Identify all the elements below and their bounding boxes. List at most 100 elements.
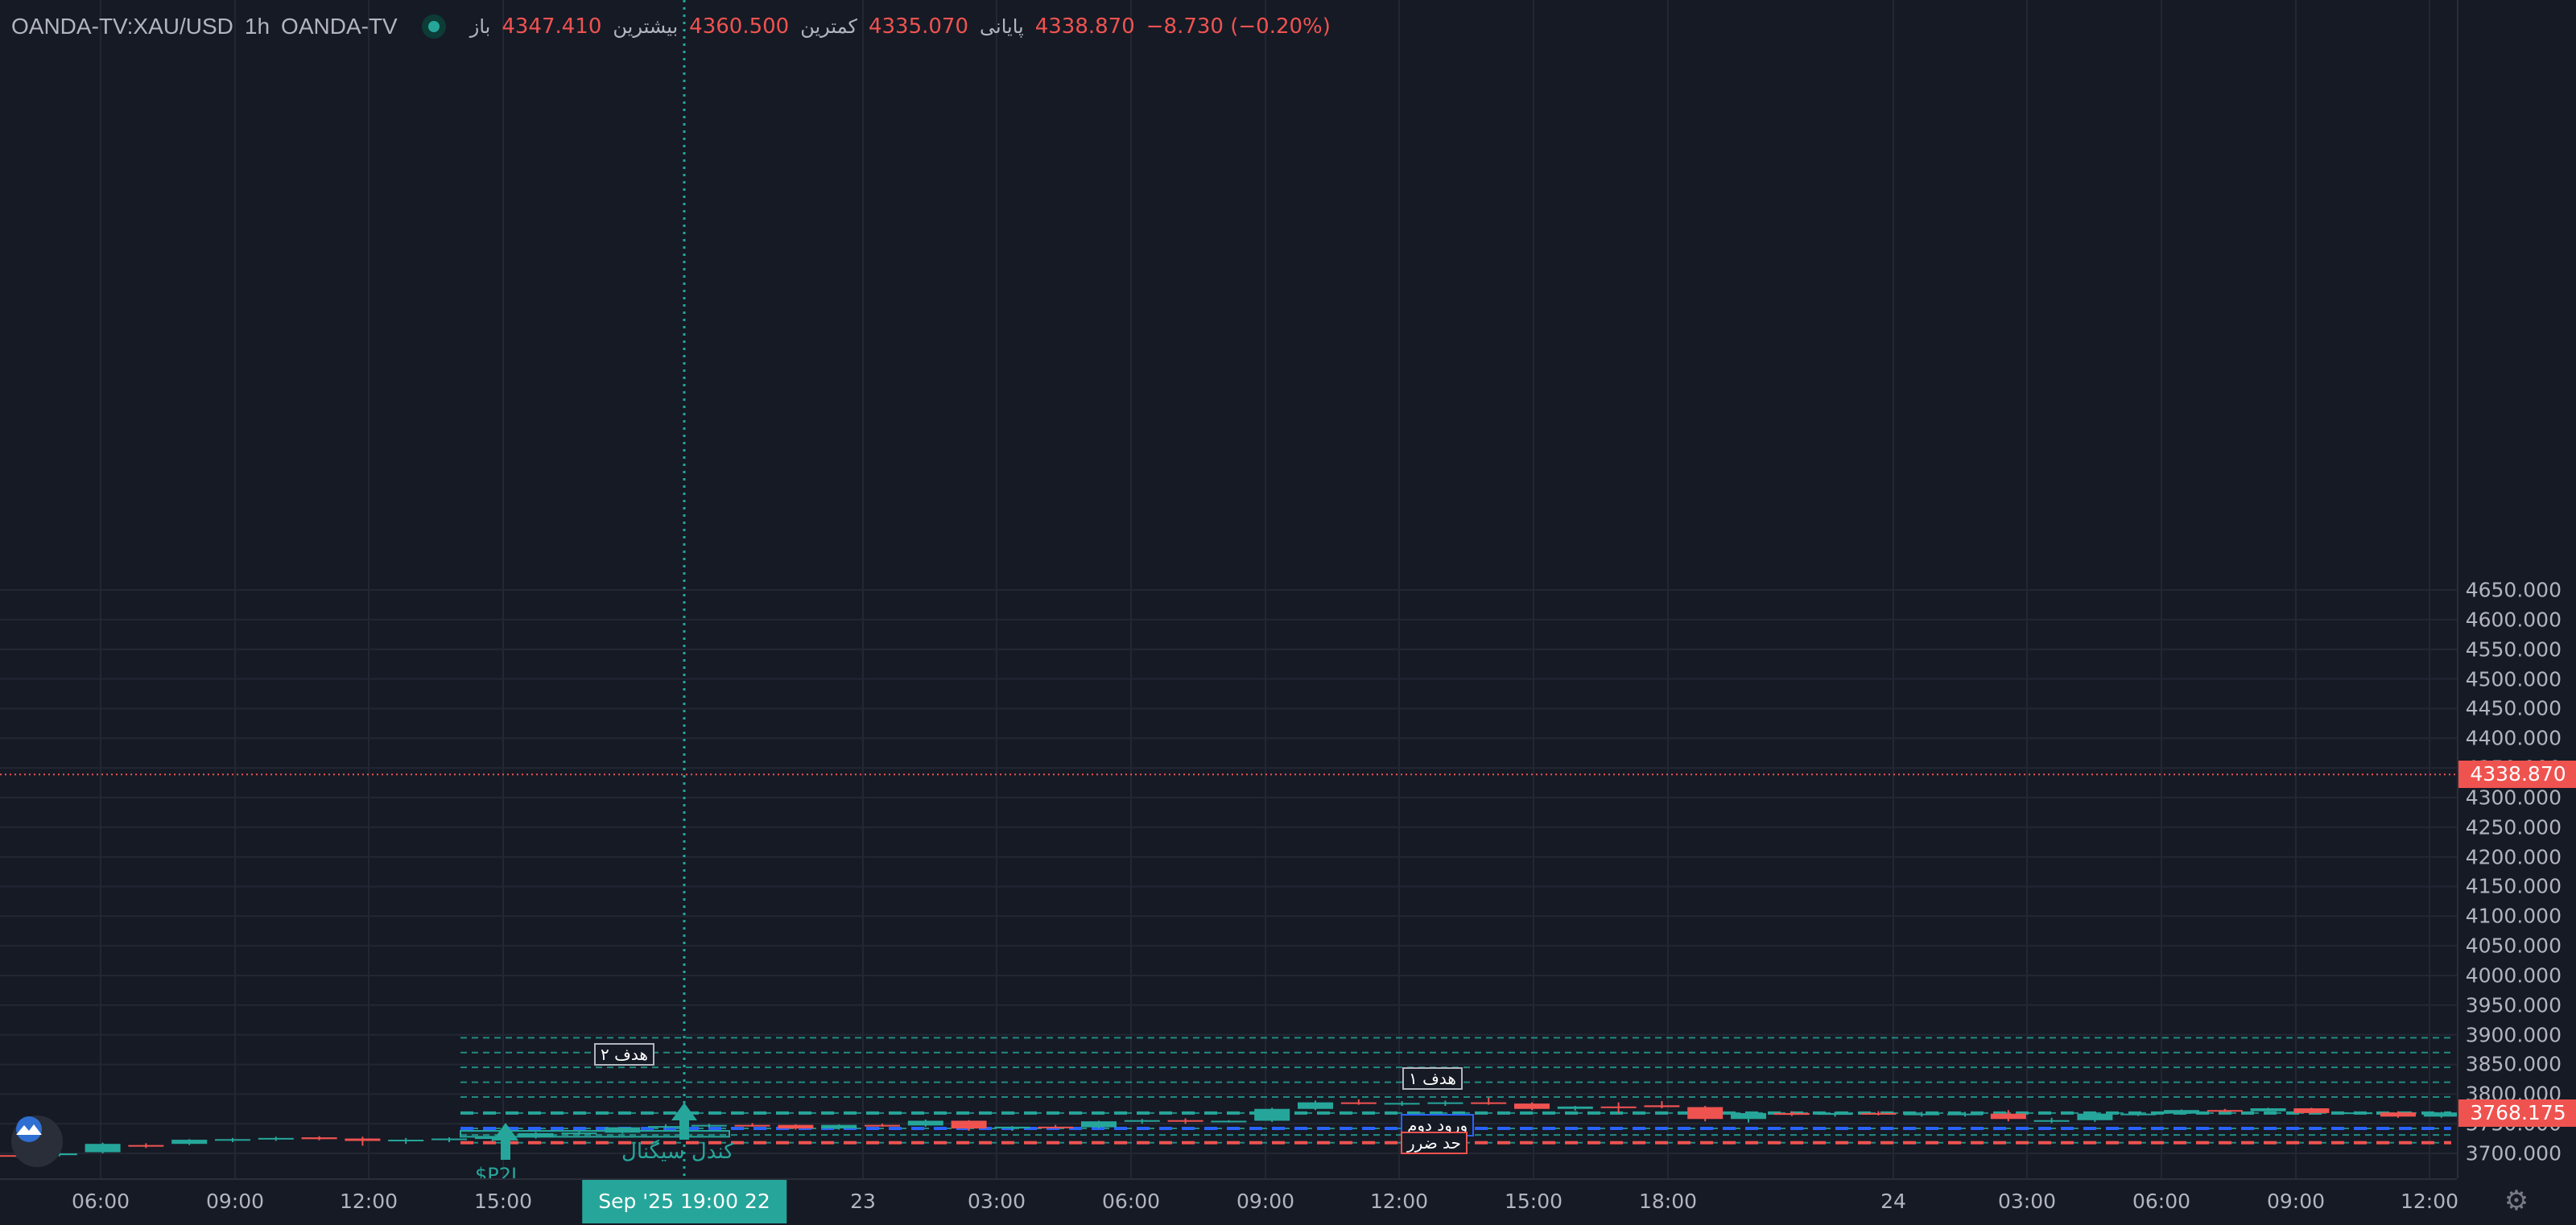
legend-exchange[interactable]: OANDA-TV bbox=[281, 14, 398, 39]
candle-body bbox=[1124, 1120, 1160, 1122]
target2-label[interactable]: هدف ۲ bbox=[594, 1043, 654, 1066]
candle-body bbox=[605, 1127, 641, 1133]
legend-close-label: پایانی bbox=[980, 15, 1024, 38]
symbol-legend: OANDA-TV:XAU/USD 1h OANDA-TV باز 4347.41… bbox=[11, 11, 1331, 42]
price-tick-label: 4450.000 bbox=[2465, 696, 2562, 720]
time-tick-label: 18:00 bbox=[1638, 1190, 1698, 1213]
last-price-badge: 3768.175 bbox=[2458, 1099, 2576, 1127]
candle-body bbox=[1731, 1112, 1766, 1120]
candle-body bbox=[2250, 1108, 2286, 1112]
market-status-icon[interactable] bbox=[421, 14, 446, 39]
candle-body bbox=[1340, 1102, 1377, 1104]
price-tick-label: 3700.000 bbox=[2465, 1141, 2562, 1165]
settings-gear-icon[interactable]: ⚙ bbox=[2502, 1186, 2531, 1215]
candle-body bbox=[1773, 1112, 1810, 1116]
candle-body bbox=[2120, 1113, 2157, 1116]
candle-body bbox=[691, 1124, 727, 1127]
candle-body bbox=[1904, 1113, 1940, 1116]
legend-close-value: 4338.870 bbox=[1034, 14, 1135, 39]
time-tick-label: 06:00 bbox=[1101, 1190, 1161, 1213]
price-tick-label: 4100.000 bbox=[2465, 904, 2562, 928]
candle-body bbox=[1817, 1112, 1853, 1116]
candle-body bbox=[128, 1145, 164, 1147]
price-tick-label: 4250.000 bbox=[2465, 815, 2562, 839]
candlestick-chart[interactable] bbox=[0, 0, 2457, 1178]
candle-body bbox=[951, 1120, 987, 1129]
candle-body bbox=[215, 1139, 250, 1141]
candle-body bbox=[1557, 1106, 1593, 1109]
legend-symbol[interactable]: OANDA-TV:XAU/USD bbox=[11, 14, 233, 39]
legend-change-value: −8.730 (−0.20%) bbox=[1146, 14, 1331, 39]
candle-body bbox=[85, 1144, 121, 1153]
broker-logo-icon[interactable] bbox=[11, 1116, 63, 1167]
candle-body bbox=[1038, 1126, 1074, 1128]
legend-interval[interactable]: 1h bbox=[245, 14, 270, 39]
legend-high-value: 4360.500 bbox=[689, 14, 790, 39]
candle-body bbox=[345, 1138, 381, 1141]
time-tick-label: 03:00 bbox=[967, 1190, 1026, 1213]
candle-body bbox=[1211, 1120, 1247, 1123]
candle-body bbox=[1860, 1112, 1897, 1115]
candle-body bbox=[1990, 1113, 2026, 1120]
candle-body bbox=[2423, 1112, 2457, 1117]
candle-body bbox=[431, 1138, 467, 1140]
candle-body bbox=[258, 1137, 294, 1140]
crosshair-time-label: Sep '25 19:00 22 bbox=[582, 1180, 786, 1223]
target1-label[interactable]: هدف ۱ bbox=[1402, 1067, 1463, 1090]
candle-body bbox=[2380, 1112, 2416, 1117]
candle-body bbox=[2033, 1120, 2070, 1122]
candle-body bbox=[2077, 1113, 2113, 1120]
time-tick-label: 12:00 bbox=[339, 1190, 398, 1213]
time-axis[interactable]: 06:00 09:00 12:00 15:00 23 03:00 06:00 09:00 12:… bbox=[0, 1178, 2459, 1225]
candle-body bbox=[2337, 1112, 2373, 1115]
candle-body bbox=[865, 1124, 900, 1127]
candle-body bbox=[518, 1132, 554, 1138]
time-tick-label: 24 bbox=[1880, 1190, 1906, 1213]
price-tick-label: 4600.000 bbox=[2465, 608, 2562, 632]
candle-body bbox=[1514, 1103, 1550, 1109]
candle-body bbox=[561, 1132, 597, 1135]
candle-body bbox=[1254, 1108, 1290, 1121]
candle-body bbox=[1687, 1107, 1724, 1120]
legend-open-value: 4347.410 bbox=[502, 14, 602, 39]
time-tick-label: 15:00 bbox=[473, 1190, 533, 1213]
candle-body bbox=[734, 1124, 770, 1127]
chart-pane[interactable]: OANDA-TV:XAU/USD 1h OANDA-TV باز 4347.41… bbox=[0, 0, 2457, 1186]
candle-body bbox=[1298, 1102, 1333, 1109]
candle-body bbox=[2207, 1110, 2243, 1112]
price-tick-label: 3850.000 bbox=[2465, 1052, 2562, 1076]
candle-body bbox=[994, 1126, 1030, 1129]
candle-body bbox=[388, 1140, 424, 1142]
price-tick-label: 4200.000 bbox=[2465, 845, 2562, 869]
legend-low-value: 4335.070 bbox=[868, 14, 969, 39]
time-tick-label: 12:00 bbox=[1369, 1190, 1429, 1213]
price-axis[interactable]: 4650.000 4600.000 4550.000 4500.000 4450.000… bbox=[2457, 0, 2576, 1178]
stop-loss-label[interactable]: حد ضرر bbox=[1401, 1132, 1468, 1154]
current-price-badge: 4338.870 bbox=[2458, 761, 2576, 789]
signal-candle-label[interactable]: کندل سیگنال bbox=[621, 1140, 734, 1164]
price-tick-label: 4400.000 bbox=[2465, 726, 2562, 750]
price-tick-label: 4050.000 bbox=[2465, 934, 2562, 958]
time-tick-label: 06:00 bbox=[2132, 1190, 2191, 1213]
candle-body bbox=[1947, 1113, 1983, 1116]
candle-body bbox=[1600, 1106, 1637, 1108]
candle-body bbox=[907, 1120, 943, 1126]
time-tick-label: 15:00 bbox=[1504, 1190, 1563, 1213]
price-tick-label: 4500.000 bbox=[2465, 667, 2562, 691]
time-tick-label: 12:00 bbox=[2400, 1190, 2459, 1213]
candle-body bbox=[2293, 1108, 2330, 1113]
time-tick-label: 23 bbox=[850, 1190, 876, 1213]
candle-body bbox=[1471, 1102, 1507, 1104]
candle-body bbox=[1384, 1103, 1420, 1105]
time-tick-label: 09:00 bbox=[2266, 1190, 2326, 1213]
candle-body bbox=[778, 1124, 814, 1129]
price-tick-label: 3900.000 bbox=[2465, 1023, 2562, 1047]
candle-body bbox=[821, 1124, 857, 1129]
price-tick-label: 4150.000 bbox=[2465, 874, 2562, 898]
price-tick-label: 4300.000 bbox=[2465, 786, 2562, 810]
candle-body bbox=[301, 1137, 337, 1140]
price-tick-label: 4000.000 bbox=[2465, 963, 2562, 988]
candle-body bbox=[648, 1126, 683, 1128]
legend-high-label: بیشترین bbox=[613, 15, 679, 38]
candle-body bbox=[1644, 1105, 1680, 1107]
